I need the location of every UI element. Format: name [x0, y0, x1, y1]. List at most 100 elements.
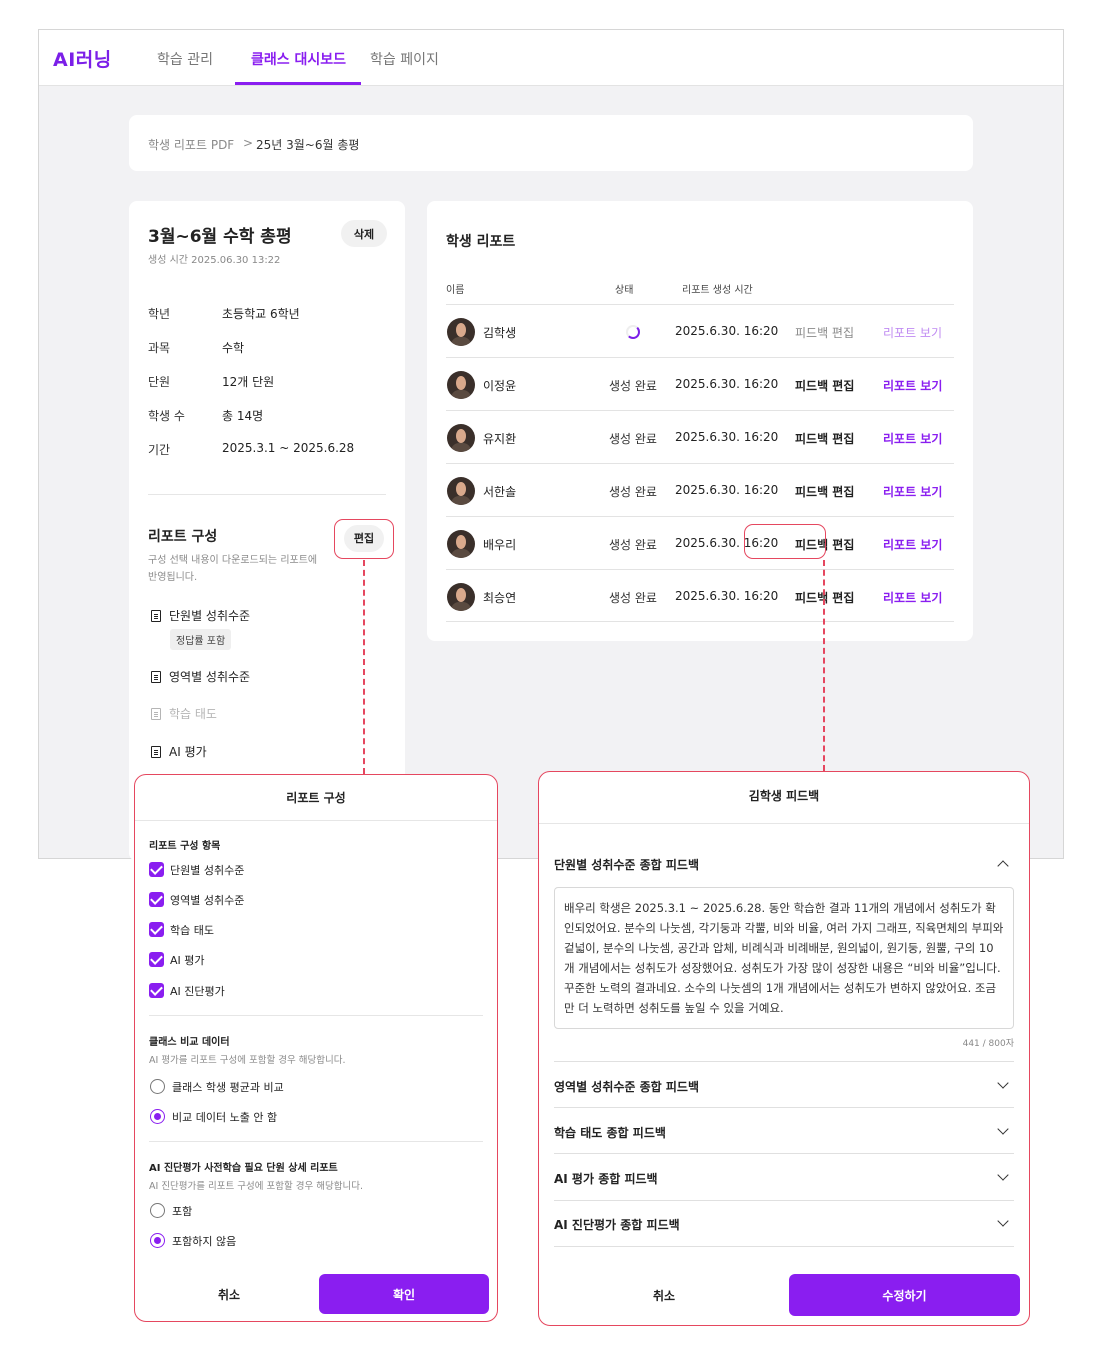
confirm-button[interactable]: 확인	[319, 1274, 489, 1314]
accordion-header[interactable]: 영역별 성취수준 종합 피드백	[554, 1078, 699, 1095]
delete-button[interactable]: 삭제	[341, 220, 387, 247]
divider	[554, 1061, 1014, 1062]
feedback-edit-link[interactable]: 피드백 편집	[795, 377, 854, 394]
save-changes-button[interactable]: 수정하기	[789, 1274, 1020, 1316]
app-window: AI러닝 학습 관리 클래스 대시보드 학습 페이지 학생 리포트 PDF > …	[38, 29, 1064, 861]
radio-item[interactable]: 포함	[150, 1203, 192, 1219]
checkbox-item[interactable]: 학습 태도	[149, 922, 214, 938]
section-title: AI 진단평가 사전학습 필요 단원 상세 리포트	[149, 1163, 338, 1174]
avatar	[447, 371, 475, 399]
report-time: 2025.6.30. 16:20	[675, 483, 779, 497]
config-description: 구성 선택 내용이 다운로드되는 리포트에 반영됩니다.	[148, 555, 318, 583]
radio-icon[interactable]	[150, 1203, 165, 1218]
feedback-edit-highlight	[744, 524, 826, 559]
field-label-period: 기간	[148, 443, 171, 457]
view-report-link[interactable]: 리포트 보기	[883, 536, 942, 553]
student-name: 이정윤	[483, 379, 517, 393]
document-icon	[151, 708, 161, 720]
breadcrumb: 학생 리포트 PDF > 25년 3월~6월 총평	[129, 115, 973, 171]
report-title: 3월~6월 수학 총평	[148, 227, 292, 247]
accordion-header[interactable]: 학습 태도 종합 피드백	[554, 1124, 666, 1141]
edit-button[interactable]: 편집	[344, 525, 384, 552]
chevron-down-icon[interactable]	[997, 1123, 1009, 1135]
radio-item[interactable]: 클래스 학생 평균과 비교	[150, 1079, 284, 1095]
radio-selected-icon[interactable]	[150, 1109, 165, 1124]
config-item: 단원별 성취수준	[151, 607, 250, 624]
radio-selected-icon[interactable]	[150, 1233, 165, 1248]
table-row: 서한솔 생성 완료 2025.6.30. 16:20 피드백 편집 리포트 보기	[446, 463, 954, 516]
student-name: 김학생	[483, 326, 517, 340]
avatar	[447, 583, 475, 611]
checkbox-item[interactable]: AI 진단평가	[149, 983, 225, 999]
report-time: 2025.6.30. 16:20	[675, 430, 779, 444]
column-name: 이름	[446, 285, 465, 296]
divider	[554, 1246, 1014, 1247]
breadcrumb-parent[interactable]: 학생 리포트 PDF	[148, 136, 234, 153]
accordion-header[interactable]: AI 평가 종합 피드백	[554, 1170, 658, 1187]
checkbox-checked-icon[interactable]	[149, 952, 164, 967]
cancel-button[interactable]: 취소	[554, 1274, 774, 1316]
document-icon	[151, 671, 161, 683]
checkbox-item[interactable]: 영역별 성취수준	[149, 892, 244, 908]
status-text: 생성 완료	[609, 485, 657, 499]
chevron-down-icon[interactable]	[997, 1077, 1009, 1089]
config-item: 영역별 성취수준	[151, 668, 250, 685]
radio-item[interactable]: 비교 데이터 노출 안 함	[150, 1109, 277, 1125]
view-report-link[interactable]: 리포트 보기	[883, 483, 942, 500]
connector-line	[363, 560, 365, 774]
cancel-button[interactable]: 취소	[149, 1274, 309, 1314]
status-text: 생성 완료	[609, 591, 657, 605]
feedback-edit-link[interactable]: 피드백 편집	[795, 324, 854, 341]
view-report-link[interactable]: 리포트 보기	[883, 324, 942, 341]
column-status: 상태	[615, 285, 634, 296]
section-description: AI 진단평가를 리포트 구성에 포함할 경우 해당합니다.	[149, 1181, 363, 1192]
student-name: 유지환	[483, 432, 517, 446]
config-section-title: 리포트 구성	[148, 529, 218, 545]
divider	[149, 1141, 483, 1142]
checkbox-item[interactable]: 단원별 성취수준	[149, 862, 244, 878]
chevron-down-icon[interactable]	[997, 1215, 1009, 1227]
document-icon	[151, 610, 161, 622]
divider	[554, 1200, 1014, 1201]
student-report-title: 학생 리포트	[446, 234, 516, 250]
view-report-link[interactable]: 리포트 보기	[883, 589, 942, 606]
checkbox-checked-icon[interactable]	[149, 892, 164, 907]
modal-title: 김학생 피드백	[539, 772, 1029, 824]
radio-item[interactable]: 포함하지 않음	[150, 1233, 236, 1249]
avatar	[447, 530, 475, 558]
created-time: 생성 시간 2025.06.30 13:22	[148, 255, 281, 266]
view-report-link[interactable]: 리포트 보기	[883, 377, 942, 394]
breadcrumb-current: 25년 3월~6월 총평	[256, 138, 360, 152]
status-text: 생성 완료	[609, 379, 657, 393]
field-value-period: 2025.3.1 ~ 2025.6.28	[222, 441, 355, 455]
divider	[148, 494, 386, 495]
field-value-subject: 수학	[222, 341, 245, 355]
feedback-edit-link[interactable]: 피드백 편집	[795, 483, 854, 500]
avatar	[447, 318, 475, 346]
edit-button-highlight: 편집	[334, 519, 394, 559]
chevron-down-icon[interactable]	[997, 1169, 1009, 1181]
field-label-unit: 단원	[148, 375, 171, 389]
table-row: 배우리 생성 완료 2025.6.30. 16:20 피드백 편집 리포트 보기	[446, 516, 954, 569]
feedback-edit-link[interactable]: 피드백 편집	[795, 430, 854, 447]
student-name: 배우리	[483, 538, 517, 552]
connector-line	[823, 560, 825, 771]
checkbox-checked-icon[interactable]	[149, 983, 164, 998]
student-name: 서한솔	[483, 485, 517, 499]
chevron-up-icon[interactable]	[997, 860, 1009, 872]
radio-icon[interactable]	[150, 1079, 165, 1094]
tab-learning-page[interactable]: 학습 페이지	[370, 49, 439, 69]
accordion-header[interactable]: AI 진단평가 종합 피드백	[554, 1216, 680, 1233]
tab-class-dashboard[interactable]: 클래스 대시보드	[251, 49, 346, 69]
checkbox-checked-icon[interactable]	[149, 922, 164, 937]
view-report-link[interactable]: 리포트 보기	[883, 430, 942, 447]
active-tab-indicator	[235, 82, 361, 85]
checkbox-item[interactable]: AI 평가	[149, 952, 205, 968]
accordion-header-open[interactable]: 단원별 성취수준 종합 피드백	[554, 856, 699, 873]
feedback-textarea[interactable]: 배우리 학생은 2025.3.1 ~ 2025.6.28. 동안 학습한 결과 …	[554, 887, 1014, 1029]
checkbox-checked-icon[interactable]	[149, 862, 164, 877]
divider	[554, 1107, 1014, 1108]
status-text: 생성 완료	[609, 432, 657, 446]
report-time: 2025.6.30. 16:20	[675, 324, 779, 338]
tab-learning-management[interactable]: 학습 관리	[157, 49, 213, 69]
